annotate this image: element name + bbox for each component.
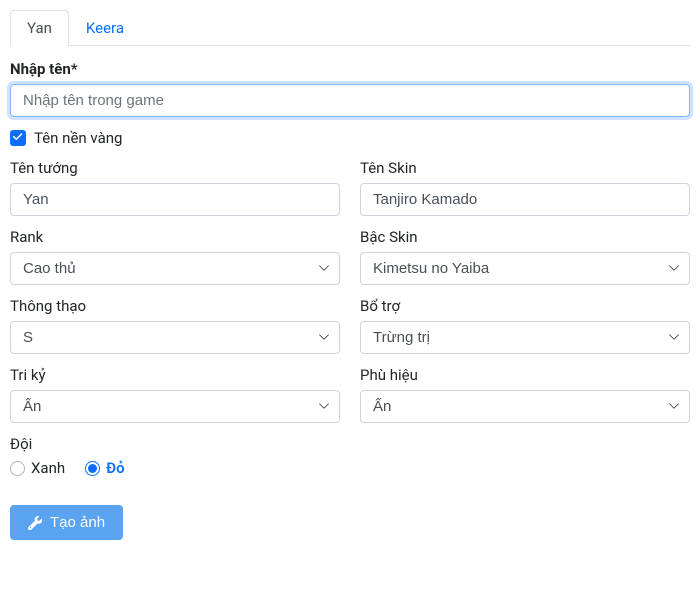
team-label: Đội: [10, 435, 690, 453]
mastery-select[interactable]: [10, 321, 340, 354]
support-select[interactable]: [360, 321, 690, 354]
badge-select[interactable]: [360, 390, 690, 423]
mastery-label: Thông thạo: [10, 297, 340, 315]
create-image-button-label: Tạo ảnh: [50, 514, 105, 531]
create-image-button[interactable]: Tạo ảnh: [10, 505, 123, 540]
team-radio-blue-label: Xanh: [31, 459, 65, 477]
tab-yan[interactable]: Yan: [10, 10, 69, 46]
rank-select[interactable]: [10, 252, 340, 285]
gold-name-checkbox[interactable]: [10, 130, 26, 146]
skin-label: Tên Skin: [360, 159, 690, 177]
badge-label: Phù hiệu: [360, 366, 690, 384]
team-radio-red-label: Đỏ: [106, 459, 124, 477]
companion-label: Tri kỷ: [10, 366, 340, 384]
name-input[interactable]: [10, 84, 690, 117]
tabs: Yan Keera: [10, 10, 690, 46]
rank-label: Rank: [10, 228, 340, 246]
radio-icon: [85, 461, 100, 476]
skin-tier-label: Bậc Skin: [360, 228, 690, 246]
support-label: Bổ trợ: [360, 297, 690, 315]
team-radio-red[interactable]: Đỏ: [85, 459, 124, 477]
champion-label: Tên tướng: [10, 159, 340, 177]
team-radio-blue[interactable]: Xanh: [10, 459, 65, 477]
gold-name-label: Tên nền vàng: [34, 129, 122, 147]
check-icon: [12, 132, 24, 144]
radio-icon: [10, 461, 25, 476]
gold-name-checkbox-row[interactable]: Tên nền vàng: [10, 129, 690, 147]
companion-select[interactable]: [10, 390, 340, 423]
skin-tier-select[interactable]: [360, 252, 690, 285]
tools-icon: [28, 516, 42, 530]
tab-keera[interactable]: Keera: [69, 10, 141, 46]
skin-input[interactable]: [360, 183, 690, 216]
champion-input[interactable]: [10, 183, 340, 216]
name-label: Nhập tên*: [10, 60, 690, 78]
